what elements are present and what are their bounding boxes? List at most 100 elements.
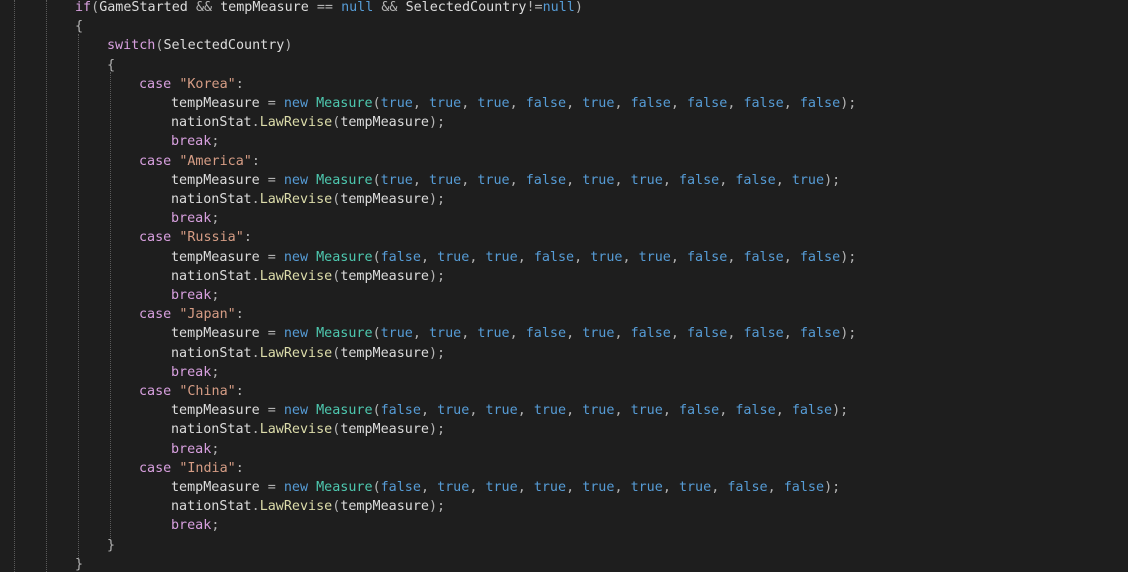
code-token: true	[678, 480, 712, 495]
code-line[interactable]: tempMeasure = new Measure(true, true, tr…	[171, 171, 840, 190]
code-line[interactable]: nationStat.LawRevise(tempMeasure);	[171, 190, 445, 209]
code-token: ,	[719, 403, 736, 419]
code-token: (	[372, 326, 381, 342]
code-token: switch	[107, 38, 156, 54]
code-line[interactable]: switch(SelectedCountry)	[107, 36, 292, 55]
code-token: =	[267, 326, 284, 342]
code-token: true	[437, 403, 470, 419]
code-token: tempMeasure	[171, 96, 268, 111]
code-token: case	[139, 230, 180, 246]
code-token: true	[630, 172, 663, 188]
code-token: LawRevise	[259, 115, 333, 131]
code-token: ,	[614, 172, 631, 188]
code-token: true	[477, 96, 510, 111]
code-token: ;	[211, 364, 220, 380]
code-token: Measure	[316, 172, 373, 188]
code-token: true	[477, 326, 510, 342]
code-token: );	[429, 268, 446, 284]
code-token: ,	[517, 480, 534, 495]
code-line[interactable]: case "Japan":	[139, 305, 244, 324]
code-token: ,	[517, 249, 534, 265]
code-token: "China"	[179, 384, 236, 399]
code-token: ,	[662, 480, 679, 495]
code-token: true	[582, 96, 615, 111]
code-token: case	[139, 76, 180, 92]
code-token: ,	[461, 172, 478, 188]
code-token: true	[485, 249, 518, 265]
code-token: ,	[566, 480, 583, 495]
code-token: :	[235, 384, 244, 399]
code-token: null	[542, 0, 575, 15]
code-token: ,	[614, 403, 631, 419]
code-line[interactable]: {	[107, 56, 115, 75]
code-token: ,	[783, 96, 800, 111]
code-token: false	[743, 326, 784, 342]
code-line[interactable]: case "Russia":	[139, 228, 252, 247]
code-line[interactable]: tempMeasure = new Measure(false, true, t…	[171, 478, 840, 497]
code-line[interactable]: tempMeasure = new Measure(false, true, t…	[171, 248, 856, 267]
code-token: =	[267, 403, 284, 419]
code-token: tempMeasure	[340, 499, 429, 515]
code-token: ,	[566, 172, 583, 188]
code-token: ,	[614, 96, 631, 111]
code-token: tempMeasure	[171, 172, 268, 188]
code-line[interactable]: tempMeasure = new Measure(true, true, tr…	[171, 324, 856, 343]
code-line[interactable]: }	[75, 555, 83, 572]
code-token: false	[735, 172, 776, 188]
code-token: }	[75, 556, 84, 572]
code-line[interactable]: case "China":	[139, 382, 244, 401]
code-token: false	[678, 403, 720, 419]
code-token: false	[678, 172, 720, 188]
code-token: !=	[526, 0, 543, 15]
code-token: new	[283, 172, 317, 188]
code-token: true	[429, 326, 462, 342]
code-token: false	[799, 326, 841, 342]
code-line[interactable]: case "America":	[139, 152, 260, 171]
code-token: tempMeasure	[340, 422, 429, 438]
code-token: "Japan"	[179, 307, 236, 323]
code-line[interactable]: case "Korea":	[139, 75, 244, 94]
code-token: new	[283, 480, 317, 495]
code-token: ,	[783, 326, 800, 342]
code-line[interactable]: break;	[171, 132, 219, 151]
code-token: tempMeasure	[340, 115, 429, 131]
code-editor[interactable]: if(GameStarted && tempMeasure == null &&…	[0, 0, 1128, 572]
code-line[interactable]: break;	[171, 516, 219, 535]
code-line[interactable]: nationStat.LawRevise(tempMeasure);	[171, 113, 445, 132]
code-line[interactable]: break;	[171, 286, 219, 305]
code-line[interactable]: break;	[171, 363, 219, 382]
code-token: ,	[727, 249, 744, 265]
code-line[interactable]: break;	[171, 440, 219, 459]
code-line[interactable]: if(GameStarted && tempMeasure == null &&…	[75, 0, 583, 17]
code-line[interactable]: nationStat.LawRevise(tempMeasure);	[171, 420, 445, 439]
code-token: true	[630, 480, 663, 495]
code-token: new	[283, 326, 317, 342]
code-line[interactable]: nationStat.LawRevise(tempMeasure);	[171, 497, 445, 516]
code-token: ;	[211, 211, 220, 227]
code-line[interactable]: tempMeasure = new Measure(false, true, t…	[171, 401, 848, 420]
code-token: (	[372, 172, 381, 188]
code-line[interactable]: tempMeasure = new Measure(true, true, tr…	[171, 94, 856, 113]
code-token: break	[171, 441, 212, 457]
code-line[interactable]: {	[75, 17, 83, 36]
code-token: Measure	[316, 326, 373, 342]
code-token: ,	[727, 326, 744, 342]
code-token: Measure	[316, 480, 373, 495]
code-token: );	[429, 499, 446, 515]
code-line[interactable]: nationStat.LawRevise(tempMeasure);	[171, 267, 445, 286]
code-token: :	[235, 460, 244, 476]
code-line[interactable]: case "India":	[139, 459, 244, 478]
code-token: ,	[412, 96, 429, 111]
code-token: true	[582, 172, 615, 188]
code-token: tempMeasure	[171, 249, 268, 265]
code-line[interactable]: }	[107, 536, 115, 555]
code-line[interactable]: break;	[171, 209, 219, 228]
code-token: LawRevise	[259, 499, 333, 515]
code-token: );	[824, 480, 841, 495]
code-token: .	[251, 192, 260, 207]
code-token: SelectedCountry	[405, 0, 527, 15]
code-token: false	[743, 96, 784, 111]
code-token: if	[75, 0, 92, 15]
code-line[interactable]: nationStat.LawRevise(tempMeasure);	[171, 344, 445, 363]
code-token: :	[235, 307, 244, 323]
